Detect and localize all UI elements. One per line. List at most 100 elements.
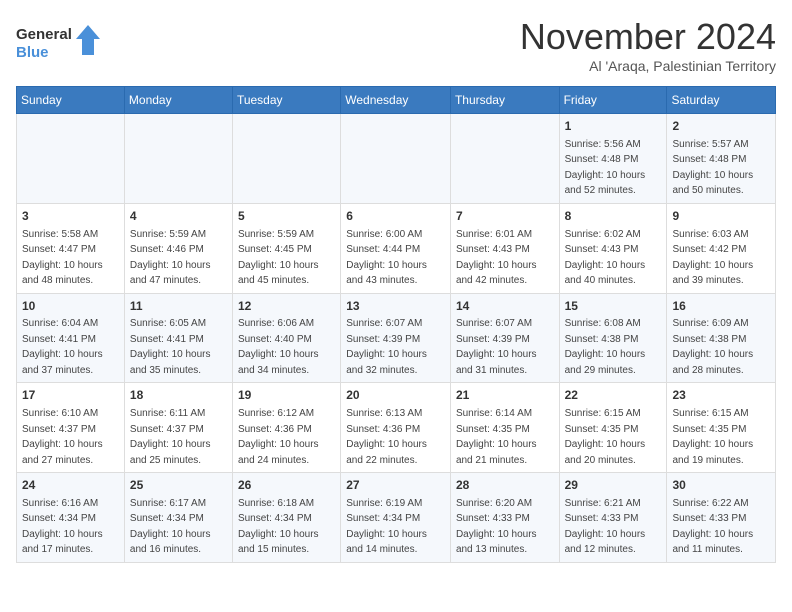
weekday-header-monday: Monday: [124, 87, 232, 114]
page-header: General Blue November 2024 Al 'Araqa, Pa…: [16, 16, 776, 74]
day-info: Sunrise: 5:59 AM Sunset: 4:45 PM Dayligh…: [238, 229, 319, 287]
weekday-header-friday: Friday: [559, 87, 667, 114]
day-number: 26: [238, 477, 335, 494]
day-number: 18: [130, 387, 227, 404]
day-number: 17: [22, 387, 119, 404]
day-number: 3: [22, 208, 119, 225]
calendar-cell: 20 Sunrise: 6:13 AM Sunset: 4:36 PM Dayli…: [341, 383, 451, 473]
day-number: 7: [456, 208, 554, 225]
day-info: Sunrise: 6:19 AM Sunset: 4:34 PM Dayligh…: [346, 498, 427, 556]
day-info: Sunrise: 6:15 AM Sunset: 4:35 PM Dayligh…: [672, 408, 753, 466]
day-info: Sunrise: 6:15 AM Sunset: 4:35 PM Dayligh…: [565, 408, 646, 466]
month-title: November 2024: [520, 16, 776, 58]
day-info: Sunrise: 6:11 AM Sunset: 4:37 PM Dayligh…: [130, 408, 211, 466]
svg-text:Blue: Blue: [16, 44, 49, 61]
calendar-cell: 26 Sunrise: 6:18 AM Sunset: 4:34 PM Dayli…: [232, 473, 340, 563]
day-number: 4: [130, 208, 227, 225]
calendar-cell: 17Sunrise: 6:10 AM Sunset: 4:37 PM Dayli…: [17, 383, 125, 473]
logo-svg: General Blue: [16, 23, 106, 67]
day-info: Sunrise: 6:07 AM Sunset: 4:39 PM Dayligh…: [346, 318, 427, 376]
day-number: 27: [346, 477, 445, 494]
calendar-cell: 18 Sunrise: 6:11 AM Sunset: 4:37 PM Dayli…: [124, 383, 232, 473]
day-info: Sunrise: 6:21 AM Sunset: 4:33 PM Dayligh…: [565, 498, 646, 556]
day-number: 13: [346, 298, 445, 315]
day-number: 15: [565, 298, 662, 315]
calendar-week-row: 1 Sunrise: 5:56 AM Sunset: 4:48 PM Daylig…: [17, 114, 776, 204]
weekday-header-row: SundayMondayTuesdayWednesdayThursdayFrid…: [17, 87, 776, 114]
calendar-cell: 7 Sunrise: 6:01 AM Sunset: 4:43 PM Daylig…: [450, 203, 559, 293]
day-number: 20: [346, 387, 445, 404]
calendar-cell: 6 Sunrise: 6:00 AM Sunset: 4:44 PM Daylig…: [341, 203, 451, 293]
day-info: Sunrise: 6:00 AM Sunset: 4:44 PM Dayligh…: [346, 229, 427, 287]
calendar-cell: 1 Sunrise: 5:56 AM Sunset: 4:48 PM Daylig…: [559, 114, 667, 204]
calendar-cell: 19 Sunrise: 6:12 AM Sunset: 4:36 PM Dayli…: [232, 383, 340, 473]
day-info: Sunrise: 6:02 AM Sunset: 4:43 PM Dayligh…: [565, 229, 646, 287]
day-info: Sunrise: 6:17 AM Sunset: 4:34 PM Dayligh…: [130, 498, 211, 556]
day-number: 21: [456, 387, 554, 404]
day-info: Sunrise: 6:16 AM Sunset: 4:34 PM Dayligh…: [22, 498, 103, 556]
day-number: 23: [672, 387, 770, 404]
calendar-week-row: 17Sunrise: 6:10 AM Sunset: 4:37 PM Dayli…: [17, 383, 776, 473]
day-info: Sunrise: 6:04 AM Sunset: 4:41 PM Dayligh…: [22, 318, 103, 376]
day-number: 28: [456, 477, 554, 494]
day-number: 25: [130, 477, 227, 494]
day-number: 19: [238, 387, 335, 404]
day-info: Sunrise: 6:18 AM Sunset: 4:34 PM Dayligh…: [238, 498, 319, 556]
day-info: Sunrise: 6:12 AM Sunset: 4:36 PM Dayligh…: [238, 408, 319, 466]
calendar-cell: [341, 114, 451, 204]
svg-text:General: General: [16, 26, 72, 43]
logo: General Blue: [16, 23, 106, 67]
day-number: 29: [565, 477, 662, 494]
calendar-cell: 12Sunrise: 6:06 AM Sunset: 4:40 PM Dayli…: [232, 293, 340, 383]
calendar-cell: 28Sunrise: 6:20 AM Sunset: 4:33 PM Dayli…: [450, 473, 559, 563]
calendar-cell: 22 Sunrise: 6:15 AM Sunset: 4:35 PM Dayli…: [559, 383, 667, 473]
calendar-cell: [124, 114, 232, 204]
title-block: November 2024 Al 'Araqa, Palestinian Ter…: [520, 16, 776, 74]
calendar-cell: 13 Sunrise: 6:07 AM Sunset: 4:39 PM Dayli…: [341, 293, 451, 383]
calendar-cell: 11Sunrise: 6:05 AM Sunset: 4:41 PM Dayli…: [124, 293, 232, 383]
day-number: 16: [672, 298, 770, 315]
day-number: 5: [238, 208, 335, 225]
day-number: 10: [22, 298, 119, 315]
calendar-week-row: 10 Sunrise: 6:04 AM Sunset: 4:41 PM Dayli…: [17, 293, 776, 383]
calendar-cell: [232, 114, 340, 204]
calendar-table: SundayMondayTuesdayWednesdayThursdayFrid…: [16, 86, 776, 563]
day-number: 1: [565, 118, 662, 135]
calendar-week-row: 24 Sunrise: 6:16 AM Sunset: 4:34 PM Dayli…: [17, 473, 776, 563]
day-number: 11: [130, 298, 227, 315]
day-info: Sunrise: 5:58 AM Sunset: 4:47 PM Dayligh…: [22, 229, 103, 287]
day-number: 8: [565, 208, 662, 225]
calendar-cell: 9Sunrise: 6:03 AM Sunset: 4:42 PM Daylig…: [667, 203, 776, 293]
day-info: Sunrise: 6:08 AM Sunset: 4:38 PM Dayligh…: [565, 318, 646, 376]
calendar-cell: 14Sunrise: 6:07 AM Sunset: 4:39 PM Dayli…: [450, 293, 559, 383]
day-number: 24: [22, 477, 119, 494]
day-info: Sunrise: 6:14 AM Sunset: 4:35 PM Dayligh…: [456, 408, 537, 466]
location-subtitle: Al 'Araqa, Palestinian Territory: [520, 58, 776, 74]
calendar-cell: 30Sunrise: 6:22 AM Sunset: 4:33 PM Dayli…: [667, 473, 776, 563]
weekday-header-tuesday: Tuesday: [232, 87, 340, 114]
calendar-cell: 2Sunrise: 5:57 AM Sunset: 4:48 PM Daylig…: [667, 114, 776, 204]
day-number: 14: [456, 298, 554, 315]
calendar-cell: 27 Sunrise: 6:19 AM Sunset: 4:34 PM Dayli…: [341, 473, 451, 563]
weekday-header-sunday: Sunday: [17, 87, 125, 114]
day-info: Sunrise: 5:56 AM Sunset: 4:48 PM Dayligh…: [565, 139, 646, 197]
calendar-cell: 8 Sunrise: 6:02 AM Sunset: 4:43 PM Daylig…: [559, 203, 667, 293]
day-number: 22: [565, 387, 662, 404]
weekday-header-wednesday: Wednesday: [341, 87, 451, 114]
calendar-cell: 3 Sunrise: 5:58 AM Sunset: 4:47 PM Daylig…: [17, 203, 125, 293]
day-info: Sunrise: 6:06 AM Sunset: 4:40 PM Dayligh…: [238, 318, 319, 376]
day-info: Sunrise: 5:59 AM Sunset: 4:46 PM Dayligh…: [130, 229, 211, 287]
day-number: 30: [672, 477, 770, 494]
day-info: Sunrise: 5:57 AM Sunset: 4:48 PM Dayligh…: [672, 139, 753, 197]
day-info: Sunrise: 6:13 AM Sunset: 4:36 PM Dayligh…: [346, 408, 427, 466]
calendar-cell: 21 Sunrise: 6:14 AM Sunset: 4:35 PM Dayli…: [450, 383, 559, 473]
calendar-cell: 24 Sunrise: 6:16 AM Sunset: 4:34 PM Dayli…: [17, 473, 125, 563]
calendar-cell: [17, 114, 125, 204]
calendar-cell: 25 Sunrise: 6:17 AM Sunset: 4:34 PM Dayli…: [124, 473, 232, 563]
calendar-cell: 10 Sunrise: 6:04 AM Sunset: 4:41 PM Dayli…: [17, 293, 125, 383]
day-number: 6: [346, 208, 445, 225]
calendar-week-row: 3 Sunrise: 5:58 AM Sunset: 4:47 PM Daylig…: [17, 203, 776, 293]
weekday-header-saturday: Saturday: [667, 87, 776, 114]
calendar-cell: 16Sunrise: 6:09 AM Sunset: 4:38 PM Dayli…: [667, 293, 776, 383]
day-info: Sunrise: 6:01 AM Sunset: 4:43 PM Dayligh…: [456, 229, 537, 287]
